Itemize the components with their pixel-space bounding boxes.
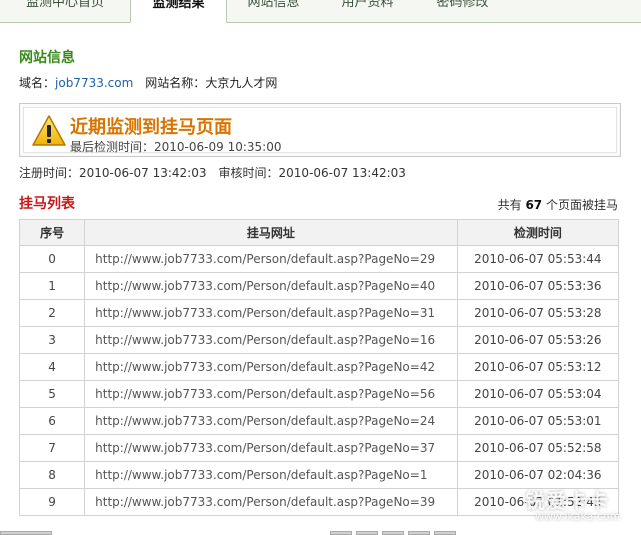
last-check-label: 最后检测时间：	[70, 140, 155, 154]
audit-time-label: 审核时间：	[218, 166, 279, 180]
tab-change-password[interactable]: 密码修改	[415, 0, 510, 22]
table-row: 3 http://www.job7733.com/Person/default.a…	[18, 326, 620, 354]
alert-box: 近期监测到挂马页面 最后检测时间：2010-06-09 10:35:00	[19, 103, 621, 157]
alert-title: 近期监测到挂马页面	[70, 117, 232, 138]
total-count: 67	[525, 198, 543, 212]
row-url[interactable]: http://www.job7733.com/Person/default.as…	[84, 326, 458, 354]
alert-inner: 近期监测到挂马页面 最后检测时间：2010-06-09 10:35:00	[23, 107, 617, 155]
row-time: 2010-06-07 05:53:28	[456, 299, 620, 327]
domain-label: 域名：	[19, 76, 56, 90]
pager-button[interactable]	[356, 531, 378, 535]
total-count-line: 共有 67 个页面被挂马	[498, 196, 618, 213]
row-time: 2010-06-07 05:52:58	[456, 434, 620, 462]
row-index: 3	[18, 326, 86, 354]
row-index: 8	[18, 461, 86, 489]
pager-button[interactable]	[330, 531, 352, 535]
header-time: 检测时间	[456, 219, 620, 246]
registration-line: 注册时间：2010-06-07 13:42:03 审核时间：2010-06-07 …	[19, 164, 406, 181]
row-index: 2	[18, 299, 86, 327]
domain-line: 域名：job7733.com 网站名称：大京九人才网	[19, 74, 277, 91]
malware-list-title: 挂马列表	[19, 196, 75, 212]
row-time: 2010-06-07 05:53:12	[456, 353, 620, 381]
last-check-line: 最后检测时间：2010-06-09 10:35:00	[70, 138, 281, 155]
site-name-value: 大京九人才网	[205, 76, 278, 90]
tab-site-info[interactable]: 网站信息	[227, 0, 320, 22]
header-url: 挂马网址	[84, 219, 458, 246]
table-row: 2 http://www.job7733.com/Person/default.a…	[18, 299, 620, 327]
header-index: 序号	[18, 219, 86, 246]
row-time: 2010-06-07 05:53:26	[456, 326, 620, 354]
row-url[interactable]: http://www.job7733.com/Person/default.as…	[84, 272, 458, 300]
site-info-title: 网站信息	[19, 50, 75, 66]
tab-monitor-results[interactable]: 监测结果	[130, 0, 227, 23]
row-index: 1	[18, 272, 86, 300]
row-url[interactable]: http://www.job7733.com/Person/default.as…	[84, 380, 458, 408]
row-url[interactable]: http://www.job7733.com/Person/default.as…	[84, 407, 458, 435]
site-name-label: 网站名称：	[145, 76, 206, 90]
tab-monitor-home[interactable]: 监测中心首页	[0, 0, 130, 22]
row-time: 2010-06-07 05:53:44	[456, 245, 620, 273]
tab-label: 网站信息	[247, 0, 300, 10]
table-row: 5 http://www.job7733.com/Person/default.a…	[18, 380, 620, 408]
row-time: 2010-06-07 05:53:04	[456, 380, 620, 408]
malware-table: 序号 挂马网址 检测时间 0 http://www.job7733.com/Per…	[18, 219, 620, 516]
tab-user-profile[interactable]: 用户资料	[320, 0, 415, 22]
tab-label: 用户资料	[341, 0, 394, 10]
row-url[interactable]: http://www.job7733.com/Person/default.as…	[84, 488, 458, 516]
row-time: 2010-06-07 05:53:36	[456, 272, 620, 300]
reg-time-label: 注册时间：	[19, 166, 80, 180]
row-index: 9	[18, 488, 86, 516]
row-url[interactable]: http://www.job7733.com/Person/default.as…	[84, 353, 458, 381]
last-check-value: 2010-06-09 10:35:00	[154, 140, 282, 154]
warning-icon	[32, 115, 66, 146]
row-url[interactable]: http://www.job7733.com/Person/default.as…	[84, 245, 458, 273]
table-row: 0 http://www.job7733.com/Person/default.a…	[18, 245, 620, 273]
watermark-url: www.ikaka.com	[535, 510, 621, 523]
bottom-control[interactable]	[0, 531, 52, 535]
pager-button[interactable]	[408, 531, 430, 535]
row-index: 4	[18, 353, 86, 381]
row-url[interactable]: http://www.job7733.com/Person/default.as…	[84, 434, 458, 462]
total-suffix: 个页面被挂马	[545, 198, 618, 212]
audit-time-value: 2010-06-07 13:42:03	[278, 166, 406, 180]
pager-button[interactable]	[382, 531, 404, 535]
reg-time-value: 2010-06-07 13:42:03	[79, 166, 207, 180]
row-url[interactable]: http://www.job7733.com/Person/default.as…	[84, 461, 458, 489]
table-header-row: 序号 挂马网址 检测时间	[18, 219, 620, 246]
watermark: 锐爱卡卡 www.ikaka.com	[505, 485, 641, 525]
row-time: 2010-06-07 05:53:01	[456, 407, 620, 435]
table-row: 4 http://www.job7733.com/Person/default.a…	[18, 353, 620, 381]
row-index: 0	[18, 245, 86, 273]
row-index: 5	[18, 380, 86, 408]
row-url[interactable]: http://www.job7733.com/Person/default.as…	[84, 299, 458, 327]
row-index: 6	[18, 407, 86, 435]
table-row: 7 http://www.job7733.com/Person/default.a…	[18, 434, 620, 462]
domain-link[interactable]: job7733.com	[55, 76, 133, 90]
table-row: 6 http://www.job7733.com/Person/default.a…	[18, 407, 620, 435]
row-index: 7	[18, 434, 86, 462]
tab-label: 监测结果	[152, 0, 205, 11]
pager-button[interactable]	[434, 531, 456, 535]
total-prefix: 共有	[497, 198, 522, 212]
tab-bar: 监测中心首页 监测结果 网站信息 用户资料 密码修改	[0, 0, 641, 23]
tab-label: 密码修改	[436, 0, 489, 10]
tab-label: 监测中心首页	[25, 0, 104, 10]
table-row: 1 http://www.job7733.com/Person/default.a…	[18, 272, 620, 300]
